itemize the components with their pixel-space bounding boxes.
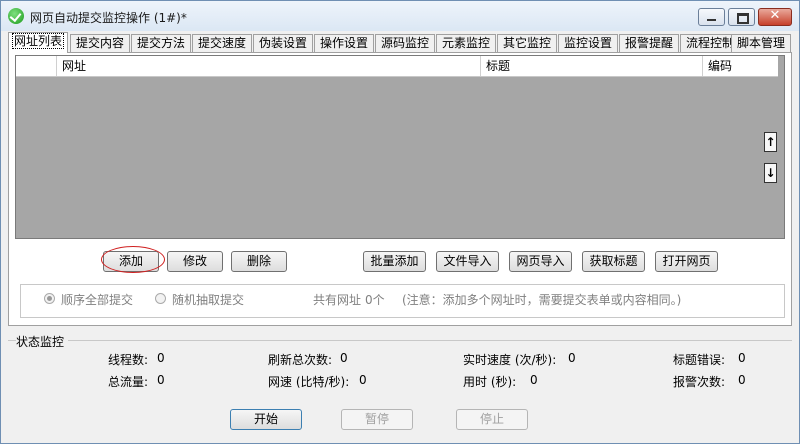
- alarm-count-value: 0: [738, 373, 746, 387]
- elapsed-label: 用时 (秒):: [463, 375, 517, 389]
- total-traffic-value: 0: [157, 373, 165, 387]
- options-note: (注意：添加多个网址时，需要提交表单或内容相同。): [402, 293, 682, 307]
- radio-sequential-label[interactable]: 顺序全部提交: [61, 291, 133, 308]
- net-speed-label: 网速 (比特/秒):: [268, 375, 350, 389]
- tab-source-monitor[interactable]: 源码监控: [375, 34, 435, 52]
- url-count-label: 共有网址: [313, 293, 362, 307]
- status-section-title: 状态监控: [16, 333, 69, 350]
- column-header-url[interactable]: 网址: [56, 56, 480, 76]
- title-errors-label: 标题错误:: [673, 353, 726, 367]
- tab-monitor-settings[interactable]: 监控设置: [558, 34, 618, 52]
- move-up-button[interactable]: ↑: [764, 132, 777, 152]
- batch-add-button[interactable]: 批量添加: [363, 251, 426, 272]
- tab-alarm-reminder[interactable]: 报警提醒: [619, 34, 679, 52]
- threads-label: 线程数:: [108, 353, 149, 367]
- start-button[interactable]: 开始: [230, 409, 302, 430]
- elapsed-value: 0: [530, 373, 538, 387]
- refresh-total-value: 0: [340, 351, 348, 365]
- tab-disguise-settings[interactable]: 伪装设置: [253, 34, 313, 52]
- close-icon: ✕: [769, 8, 781, 23]
- window-title: 网页自动提交监控操作 (1#)*: [30, 11, 187, 25]
- title-bar[interactable]: 网页自动提交监控操作 (1#)* ✕: [1, 1, 799, 31]
- pause-button[interactable]: 暂停: [341, 409, 413, 430]
- get-title-button[interactable]: 获取标题: [582, 251, 645, 272]
- realtime-speed-label: 实时速度 (次/秒):: [463, 353, 557, 367]
- minimize-icon: [707, 19, 716, 21]
- url-table[interactable]: 网址 标题 编码: [15, 55, 785, 239]
- tab-operation-settings[interactable]: 操作设置: [314, 34, 374, 52]
- tab-submit-content[interactable]: 提交内容: [70, 34, 130, 52]
- refresh-total-label: 刷新总次数:: [268, 353, 333, 367]
- alarm-count-label: 报警次数:: [673, 375, 726, 389]
- minimize-button[interactable]: [698, 8, 725, 26]
- import-file-button[interactable]: 文件导入: [436, 251, 499, 272]
- tab-submit-method[interactable]: 提交方法: [131, 34, 191, 52]
- net-speed-value: 0: [359, 373, 367, 387]
- arrow-down-icon: ↓: [765, 166, 776, 180]
- maximize-button[interactable]: [728, 8, 755, 26]
- title-errors-value: 0: [738, 351, 746, 365]
- table-header: 网址 标题 编码: [16, 56, 778, 77]
- tab-element-monitor[interactable]: 元素监控: [436, 34, 496, 52]
- maximize-icon: [737, 13, 749, 24]
- tab-url-list[interactable]: 网址列表: [8, 32, 68, 53]
- app-check-icon: [8, 8, 24, 24]
- column-header-encoding[interactable]: 编码: [702, 56, 778, 76]
- threads-value: 0: [157, 351, 165, 365]
- delete-url-button[interactable]: 删除: [231, 251, 287, 272]
- stop-button[interactable]: 停止: [456, 409, 528, 430]
- close-button[interactable]: ✕: [758, 8, 792, 26]
- radio-random[interactable]: [155, 293, 166, 304]
- status-divider: [8, 340, 792, 341]
- arrow-up-icon: ↑: [765, 135, 776, 149]
- row-indicator-header: [16, 56, 56, 76]
- radio-sequential[interactable]: [44, 293, 55, 304]
- add-url-button[interactable]: 添加: [103, 251, 159, 272]
- open-page-button[interactable]: 打开网页: [655, 251, 718, 272]
- import-page-button[interactable]: 网页导入: [509, 251, 572, 272]
- radio-random-label[interactable]: 随机抽取提交: [172, 291, 244, 308]
- realtime-speed-value: 0: [568, 351, 576, 365]
- column-header-title[interactable]: 标题: [480, 56, 702, 76]
- tab-submit-speed[interactable]: 提交速度: [192, 34, 252, 52]
- url-count-value: 0个: [365, 293, 385, 307]
- move-down-button[interactable]: ↓: [764, 163, 777, 183]
- tab-other-monitor[interactable]: 其它监控: [497, 34, 557, 52]
- tab-script-management[interactable]: 脚本管理: [731, 34, 791, 52]
- total-traffic-label: 总流量:: [108, 375, 149, 389]
- edit-url-button[interactable]: 修改: [167, 251, 223, 272]
